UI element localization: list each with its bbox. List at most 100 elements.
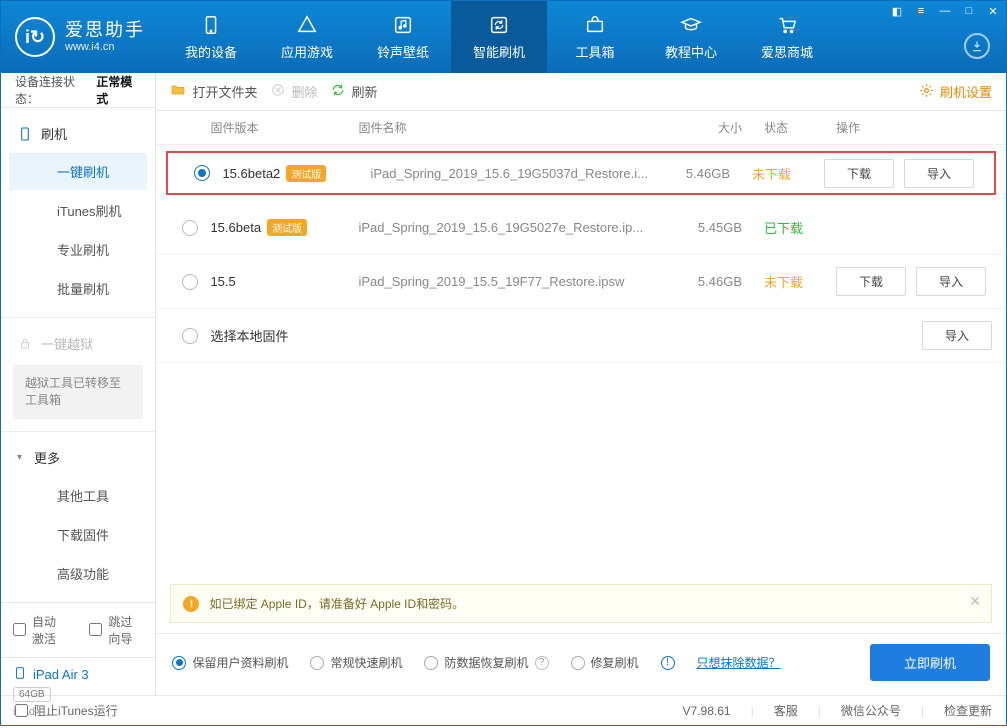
auto-activate-checkbox[interactable] [13, 623, 26, 636]
close-icon[interactable]: ✕ [984, 3, 1002, 19]
download-button[interactable]: 下载 [824, 159, 894, 188]
maximize-icon[interactable]: □ [960, 3, 978, 19]
flash-now-button[interactable]: 立即刷机 [870, 644, 990, 681]
customer-service-link[interactable]: 客服 [774, 702, 798, 719]
apps-icon [296, 14, 318, 36]
block-itunes-checkbox[interactable] [15, 704, 28, 717]
import-button[interactable]: 导入 [916, 267, 986, 296]
block-itunes-label: 阻止iTunes运行 [34, 702, 118, 719]
brand-name: 爱思助手 [65, 20, 145, 42]
phone-icon [200, 14, 222, 36]
row-local-firmware[interactable]: 选择本地固件导入 [156, 309, 1006, 363]
toolbar: 打开文件夹 删除 刷新 刷机设置 [156, 73, 1006, 111]
window-controls: ◧ ≡ — □ ✕ [888, 3, 1002, 19]
flash-settings-button[interactable]: 刷机设置 [919, 82, 992, 101]
device-capacity-badge: 64GB [13, 687, 51, 702]
graduation-icon [680, 14, 702, 36]
sidebar-group-more[interactable]: ▾ 更多 [1, 440, 155, 475]
notice-close-icon[interactable]: ✕ [969, 593, 981, 610]
nav-toolbox[interactable]: 工具箱 [547, 1, 643, 73]
device-icon [13, 666, 27, 683]
app-header: i↻ 爱思助手 www.i4.cn 我的设备 应用游戏 铃声壁纸 智能刷机 工具… [1, 1, 1006, 73]
sidebar-item-advanced[interactable]: 高级功能 [9, 555, 147, 592]
col-status: 状态 [742, 119, 822, 136]
menu-icon[interactable]: ≡ [912, 3, 930, 19]
nav-smart-flash[interactable]: 智能刷机 [451, 1, 547, 73]
firmware-size: 5.46GB [660, 274, 742, 289]
notice-text: 如已绑定 Apple ID，请准备好 Apple ID和密码。 [209, 595, 464, 612]
firmware-row[interactable]: 15.5 iPad_Spring_2019_15.5_19F77_Restore.… [156, 255, 1006, 309]
radio-icon[interactable] [182, 220, 198, 236]
toolbox-icon [584, 14, 606, 36]
skip-guide-checkbox[interactable] [89, 623, 102, 636]
radio-icon[interactable] [182, 328, 198, 344]
top-nav: 我的设备 应用游戏 铃声壁纸 智能刷机 工具箱 教程中心 爱思商城 [163, 1, 1006, 73]
firmware-version: 15.5 [210, 274, 235, 289]
firmware-row[interactable]: 15.6beta2 测试版 iPad_Spring_2019_15.6_19G503… [168, 153, 994, 193]
download-button[interactable]: 下载 [836, 267, 906, 296]
col-ops: 操作 [822, 119, 992, 136]
import-button[interactable]: 导入 [922, 321, 992, 350]
import-button[interactable]: 导入 [904, 159, 974, 188]
col-version: 固件版本 [210, 119, 358, 136]
nav-ring-wallpaper[interactable]: 铃声壁纸 [355, 1, 451, 73]
firmware-filename: iPad_Spring_2019_15.6_19G5037d_Restore.i… [370, 166, 648, 181]
help-icon-2[interactable]: ! [661, 656, 675, 670]
firmware-status: 未下载 [742, 272, 822, 291]
sidebar-item-batch-flash[interactable]: 批量刷机 [9, 270, 147, 307]
folder-icon [170, 82, 186, 101]
brand-url: www.i4.cn [65, 41, 145, 54]
firmware-row[interactable]: 15.6beta测试版iPad_Spring_2019_15.6_19G5027… [156, 201, 1006, 255]
col-size: 大小 [660, 119, 742, 136]
sidebar-item-pro-flash[interactable]: 专业刷机 [9, 231, 147, 268]
erase-only-link[interactable]: 只想抹除数据？ [697, 654, 781, 671]
delete-button: 删除 [271, 82, 317, 101]
help-icon[interactable]: ? [535, 656, 549, 670]
appleid-notice: ! 如已绑定 Apple ID，请准备好 Apple ID和密码。 ✕ [170, 584, 992, 623]
firmware-filename: iPad_Spring_2019_15.6_19G5027e_Restore.i… [358, 220, 660, 235]
warning-icon: ! [183, 596, 199, 612]
nav-apps[interactable]: 应用游戏 [259, 1, 355, 73]
lock-icon [17, 336, 33, 352]
wechat-link[interactable]: 微信公众号 [841, 702, 901, 719]
nav-store[interactable]: 爱思商城 [739, 1, 835, 73]
sidebar-group-jailbreak: 一键越狱 [1, 326, 155, 361]
opt-repair[interactable]: 修复刷机 [571, 654, 639, 671]
firmware-filename: iPad_Spring_2019_15.5_19F77_Restore.ipsw [358, 274, 660, 289]
firmware-size: 5.45GB [660, 220, 742, 235]
brand-block: i↻ 爱思助手 www.i4.cn [1, 1, 163, 73]
firmware-version: 15.6beta [210, 220, 261, 235]
nav-my-device[interactable]: 我的设备 [163, 1, 259, 73]
radio-icon[interactable] [182, 274, 198, 290]
cart-icon [776, 14, 798, 36]
flash-options: 保留用户资料刷机 常规快速刷机 防数据恢复刷机? 修复刷机 ! 只想抹除数据？ … [156, 633, 1006, 695]
radio-icon[interactable] [194, 165, 210, 181]
minimize-icon[interactable]: — [936, 3, 954, 19]
sidebar-item-download-firmware[interactable]: 下载固件 [9, 516, 147, 553]
firmware-version: 15.6beta2 [222, 166, 280, 181]
skin-icon[interactable]: ◧ [888, 3, 906, 19]
nav-tutorial[interactable]: 教程中心 [643, 1, 739, 73]
music-icon [392, 14, 414, 36]
table-header: 固件版本 固件名称 大小 状态 操作 [156, 111, 1006, 145]
auto-activate-label: 自动激活 [32, 613, 67, 647]
sidebar-item-other-tools[interactable]: 其他工具 [9, 477, 147, 514]
refresh-button[interactable]: 刷新 [331, 82, 377, 101]
opt-normal[interactable]: 常规快速刷机 [310, 654, 402, 671]
col-name: 固件名称 [358, 119, 660, 136]
sidebar-item-itunes-flash[interactable]: iTunes刷机 [9, 192, 147, 229]
check-update-link[interactable]: 检查更新 [944, 702, 992, 719]
main-panel: 打开文件夹 删除 刷新 刷机设置 固件版本 固件名称 大小 状态 操作 [156, 73, 1006, 695]
firmware-size: 5.46GB [648, 166, 730, 181]
beta-badge: 测试版 [286, 165, 326, 182]
opt-keep-data[interactable]: 保留用户资料刷机 [172, 654, 288, 671]
opt-anti-recover[interactable]: 防数据恢复刷机? [424, 654, 548, 671]
refresh-small-icon [331, 83, 345, 100]
refresh-icon [488, 14, 510, 36]
logo-icon: i↻ [15, 17, 55, 57]
jailbreak-moved-note: 越狱工具已转移至工具箱 [13, 365, 143, 419]
open-folder-button[interactable]: 打开文件夹 [170, 82, 257, 101]
download-manager-icon[interactable] [964, 33, 990, 59]
firmware-status: 已下载 [742, 218, 822, 237]
sidebar-item-oneclick-flash[interactable]: 一键刷机 [9, 153, 147, 190]
